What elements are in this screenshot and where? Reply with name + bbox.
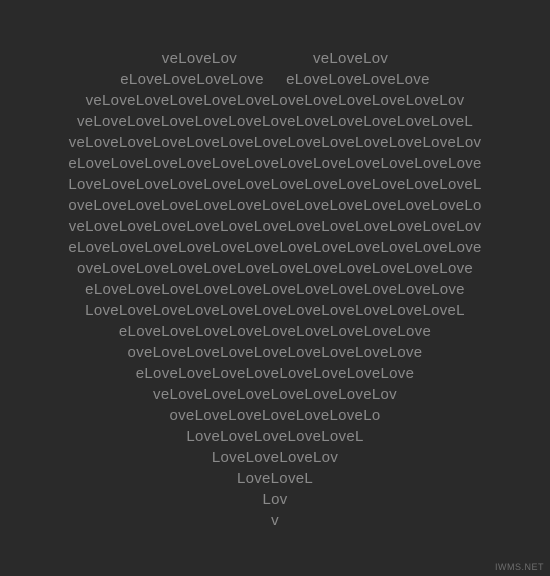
heart-line: LoveLoveLoveLoveLoveLoveLoveLoveLoveLove… — [85, 300, 465, 321]
heart-line: eLoveLoveLoveLoveLoveLoveLoveLoveLoveLov… — [68, 153, 481, 174]
heart-line: Lov — [262, 489, 287, 510]
watermark-text: IWMS.NET — [495, 562, 544, 572]
heart-line: LoveLoveLoveLov — [212, 447, 338, 468]
heart-line: veLoveLoveLoveLoveLoveLoveLoveLoveLoveLo… — [86, 90, 465, 111]
heart-line: eLoveLoveLoveLoveLoveLoveLoveLoveLove — [119, 321, 431, 342]
heart-line: eLoveLoveLoveLoveLoveLoveLoveLove — [136, 363, 414, 384]
heart-text-art: veLoveLov veLoveLoveLoveLoveLoveLove eLo… — [0, 48, 550, 531]
heart-line: v — [271, 510, 279, 531]
heart-line: eLoveLoveLoveLoveLoveLoveLoveLoveLoveLov… — [68, 237, 481, 258]
image-canvas: veLoveLov veLoveLoveLoveLoveLoveLove eLo… — [0, 0, 550, 576]
heart-line: eLoveLoveLoveLove eLoveLoveLoveLove — [120, 69, 429, 90]
heart-line: LoveLoveL — [237, 468, 313, 489]
heart-line: veLoveLoveLoveLoveLoveLoveLoveLoveLoveLo… — [69, 216, 482, 237]
heart-line: oveLoveLoveLoveLoveLoveLoveLoveLove — [128, 342, 423, 363]
heart-line: oveLoveLoveLoveLoveLoveLo — [169, 405, 380, 426]
heart-line: veLoveLoveLoveLoveLoveLoveLov — [153, 384, 397, 405]
heart-line: LoveLoveLoveLoveLoveLoveLoveLoveLoveLove… — [68, 174, 481, 195]
heart-line: LoveLoveLoveLoveLoveL — [186, 426, 363, 447]
heart-line: eLoveLoveLoveLoveLoveLoveLoveLoveLoveLov… — [85, 279, 465, 300]
heart-line: veLoveLov veLoveLov — [162, 48, 388, 69]
heart-line: veLoveLoveLoveLoveLoveLoveLoveLoveLoveLo… — [69, 132, 482, 153]
heart-line: veLoveLoveLoveLoveLoveLoveLoveLoveLoveLo… — [77, 111, 473, 132]
heart-line: oveLoveLoveLoveLoveLoveLoveLoveLoveLoveL… — [77, 258, 473, 279]
heart-line: oveLoveLoveLoveLoveLoveLoveLoveLoveLoveL… — [68, 195, 481, 216]
